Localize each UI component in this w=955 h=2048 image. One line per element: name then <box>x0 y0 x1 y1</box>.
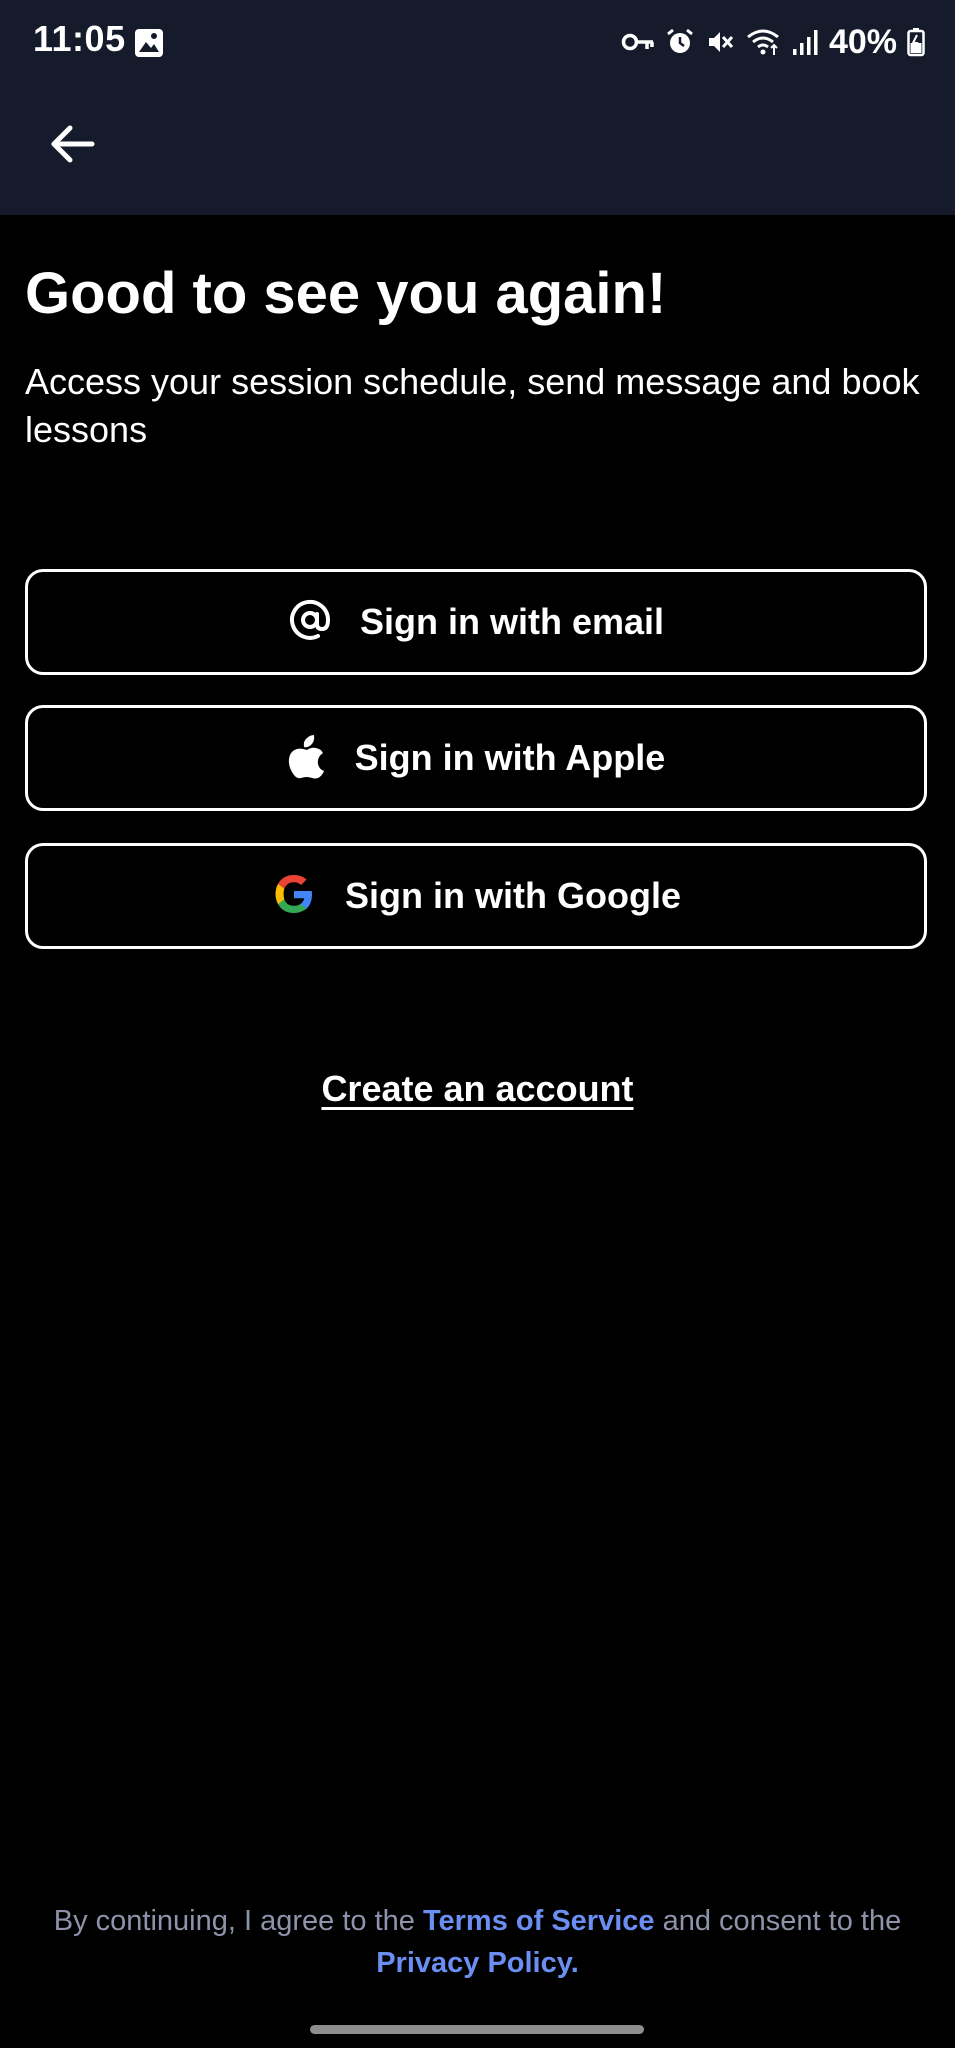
status-icons: 40% <box>621 22 925 62</box>
sign-in-google-button[interactable]: Sign in with Google <box>25 843 927 949</box>
terms-of-service-link[interactable]: Terms of Service <box>423 1905 655 1937</box>
google-icon <box>271 871 317 922</box>
sign-in-email-label: Sign in with email <box>359 601 665 642</box>
legal-suffix: . <box>570 1947 579 1979</box>
privacy-policy-link[interactable]: Privacy Policy <box>376 1947 571 1979</box>
alarm-icon <box>665 27 695 57</box>
battery-percentage: 40% <box>828 22 897 61</box>
create-account-link[interactable]: Create an account <box>0 1068 955 1110</box>
legal-middle: and consent to the <box>654 1905 902 1937</box>
wifi-icon <box>745 27 781 57</box>
apple-icon <box>287 733 327 784</box>
battery-icon <box>907 27 925 57</box>
page-subtitle: Access your session schedule, send messa… <box>25 361 920 450</box>
sign-in-apple-button[interactable]: Sign in with Apple <box>25 705 927 811</box>
sign-in-google-label: Sign in with Google <box>345 875 681 916</box>
legal-notice: By continuing, I agree to the Terms of S… <box>40 1900 915 1984</box>
signal-icon <box>791 27 819 57</box>
legal-prefix: By continuing, I agree to the <box>53 1905 423 1937</box>
gallery-icon <box>134 28 164 58</box>
status-time: 11:05 <box>33 18 126 59</box>
sign-in-email-button[interactable]: Sign in with email <box>25 569 927 675</box>
status-bar: 11:05 40% <box>0 0 955 85</box>
at-sign-icon <box>288 598 332 647</box>
home-indicator[interactable] <box>310 2025 644 2034</box>
arrow-left-icon <box>50 124 96 169</box>
page-title: Good to see you again! <box>25 261 667 326</box>
vpn-key-icon <box>621 30 655 54</box>
back-button[interactable] <box>40 113 106 179</box>
mute-icon <box>705 27 735 57</box>
sign-in-apple-label: Sign in with Apple <box>354 737 666 778</box>
app-bar <box>0 85 955 215</box>
